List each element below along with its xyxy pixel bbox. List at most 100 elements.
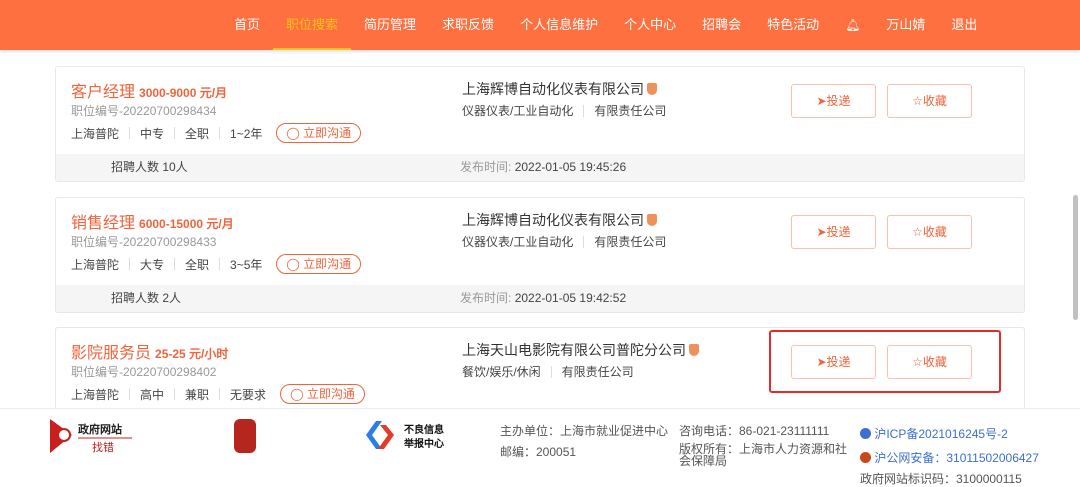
- verified-shield-icon: [689, 344, 699, 356]
- job-tag: 上海普陀: [71, 257, 120, 272]
- job-tag: 1~2年: [230, 126, 263, 141]
- job-card: 销售经理 6000-15000 元/月 职位编号-20220700298433 上…: [55, 197, 1025, 313]
- job-title[interactable]: 影院服务员 25-25 元/小时: [71, 339, 228, 363]
- publish-label: 发布时间:: [460, 291, 512, 305]
- chat-label: 立即沟通: [303, 257, 352, 271]
- svg-text:找错: 找错: [92, 440, 114, 454]
- nav-item[interactable]: 万山婧: [873, 0, 938, 50]
- job-tag: 全职: [185, 126, 210, 141]
- icp-icon: [860, 428, 871, 439]
- chat-label: 立即沟通: [306, 387, 355, 401]
- nav-item[interactable]: 个人中心: [611, 0, 689, 50]
- chat-now-button[interactable]: ◯ 立即沟通: [280, 384, 365, 404]
- industry: 餐饮/娱乐/休闲: [462, 365, 541, 379]
- salary: 3000-9000 元/月: [139, 86, 228, 100]
- hiring-count: 招聘人数 2人: [111, 291, 182, 305]
- apply-button[interactable]: ➤投递: [791, 84, 876, 118]
- apply-label: 投递: [826, 225, 851, 239]
- publish-value: 2022-01-05 19:42:52: [514, 291, 627, 305]
- send-icon: ➤: [816, 225, 827, 239]
- nav-item[interactable]: 特色活动: [754, 0, 832, 50]
- report-center-logo[interactable]: 不良信息 举报中心: [364, 421, 454, 451]
- favorite-label: 收藏: [922, 94, 947, 108]
- publish-time: 发布时间: 2022-01-05 19:45:26: [460, 154, 626, 181]
- star-icon: ☆: [912, 94, 923, 108]
- site-code: 政府网站标识码：3100000115: [860, 472, 1022, 486]
- publish-value: 2022-01-05 19:45:26: [514, 160, 627, 174]
- card-footer: 招聘人数 2人 发布时间: 2022-01-05 19:42:52: [56, 285, 1024, 312]
- highlight-box: [769, 330, 1001, 393]
- job-tag: 中专: [140, 126, 165, 141]
- nav-item[interactable]: 退出: [938, 0, 990, 50]
- company-name[interactable]: 上海天山电影院有限公司普陀分公司: [462, 342, 686, 358]
- svg-text:政府网站: 政府网站: [78, 422, 122, 436]
- job-tag: 无要求: [230, 387, 267, 402]
- divider: [583, 104, 585, 117]
- job-tag: 兼职: [185, 387, 210, 402]
- nav-item[interactable]: 招聘会: [689, 0, 754, 50]
- job-tag: 上海普陀: [71, 126, 120, 141]
- nav-item[interactable]: 求职反馈: [429, 0, 507, 50]
- scrollbar[interactable]: [1073, 195, 1078, 320]
- company-type: 有限责任公司: [594, 235, 667, 249]
- job-title-text[interactable]: 销售经理: [71, 215, 135, 232]
- job-card: 客户经理 3000-9000 元/月 职位编号-20220700298434 上海…: [55, 66, 1025, 182]
- apply-button[interactable]: ➤投递: [791, 215, 876, 249]
- zip-code: 邮编：200051: [500, 445, 577, 459]
- job-tag: 3~5年: [230, 257, 263, 272]
- send-icon: ➤: [816, 94, 827, 108]
- host-unit: 主办单位：上海市就业促进中心: [500, 424, 669, 438]
- hiring-count: 招聘人数 10人: [111, 160, 188, 174]
- industry: 仪器仪表/工业自动化: [462, 235, 574, 249]
- top-nav-bar: 首页 职位搜索 简历管理 求职反馈 个人信息维护 个人中心 招聘会 特色活动 🔔︎ 万山婧 退出: [0, 0, 1080, 50]
- star-icon: ☆: [912, 225, 923, 239]
- favorite-button[interactable]: ☆收藏: [887, 215, 972, 249]
- svg-text:不良信息: 不良信息: [404, 423, 444, 436]
- job-title[interactable]: 销售经理 6000-15000 元/月: [71, 209, 234, 233]
- icp-link[interactable]: 沪ICP备2021016245号-2: [874, 427, 1007, 441]
- divider: [583, 235, 585, 248]
- job-title-text[interactable]: 客户经理: [71, 84, 135, 101]
- favorite-label: 收藏: [922, 225, 947, 239]
- job-code: 职位编号-20220700298434: [71, 104, 217, 118]
- job-code: 职位编号-20220700298402: [71, 365, 217, 379]
- industry: 仪器仪表/工业自动化: [462, 104, 574, 118]
- nav-item[interactable]: 职位搜索: [273, 0, 352, 50]
- chat-now-button[interactable]: ◯ 立即沟通: [276, 123, 362, 143]
- salary: 6000-15000 元/月: [139, 217, 234, 231]
- divider: [550, 365, 552, 378]
- nav-item[interactable]: 个人信息维护: [507, 0, 611, 50]
- card-footer: 招聘人数 10人 发布时间: 2022-01-05 19:45:26: [56, 154, 1024, 181]
- job-tag: 全职: [185, 257, 210, 272]
- bell-icon[interactable]: 🔔︎: [832, 0, 873, 50]
- verified-shield-icon: [647, 83, 657, 95]
- job-title[interactable]: 客户经理 3000-9000 元/月: [71, 78, 227, 102]
- apply-label: 投递: [826, 94, 851, 108]
- job-tag: 高中: [140, 387, 165, 402]
- nav-item[interactable]: 首页: [221, 0, 273, 50]
- publish-label: 发布时间:: [460, 160, 512, 174]
- footer: 政府网站找错 不良信息 举报中心 主办单位：上海市就业促进中心 邮编：200051…: [0, 408, 1080, 486]
- company-type: 有限责任公司: [594, 104, 667, 118]
- job-tag: 大专: [140, 257, 165, 272]
- copyright: 版权所有：上海市人力资源和社会保障局: [679, 442, 848, 468]
- police-badge-icon: [860, 452, 871, 463]
- gov-error-report-logo[interactable]: 政府网站 找错: [50, 417, 135, 455]
- party-gov-logo[interactable]: [234, 419, 256, 453]
- favorite-button[interactable]: ☆收藏: [887, 84, 972, 118]
- svg-text:举报中心: 举报中心: [403, 437, 444, 450]
- nav-item[interactable]: 简历管理: [351, 0, 429, 50]
- verified-shield-icon: [647, 214, 657, 226]
- job-title-text[interactable]: 影院服务员: [71, 345, 151, 362]
- salary: 25-25 元/小时: [155, 347, 229, 361]
- chat-now-button[interactable]: ◯ 立即沟通: [276, 254, 362, 274]
- job-code: 职位编号-20220700298433: [71, 235, 217, 249]
- publish-time: 发布时间: 2022-01-05 19:42:52: [460, 285, 626, 312]
- company-type: 有限责任公司: [561, 365, 634, 379]
- company-name[interactable]: 上海辉博自动化仪表有限公司: [462, 81, 644, 97]
- chat-label: 立即沟通: [303, 126, 352, 140]
- phone: 咨询电话：86-021-23111111: [679, 424, 830, 438]
- job-tag: 上海普陀: [71, 387, 120, 402]
- police-link[interactable]: 沪公网安备：31011502006427: [874, 451, 1039, 465]
- company-name[interactable]: 上海辉博自动化仪表有限公司: [462, 212, 644, 228]
